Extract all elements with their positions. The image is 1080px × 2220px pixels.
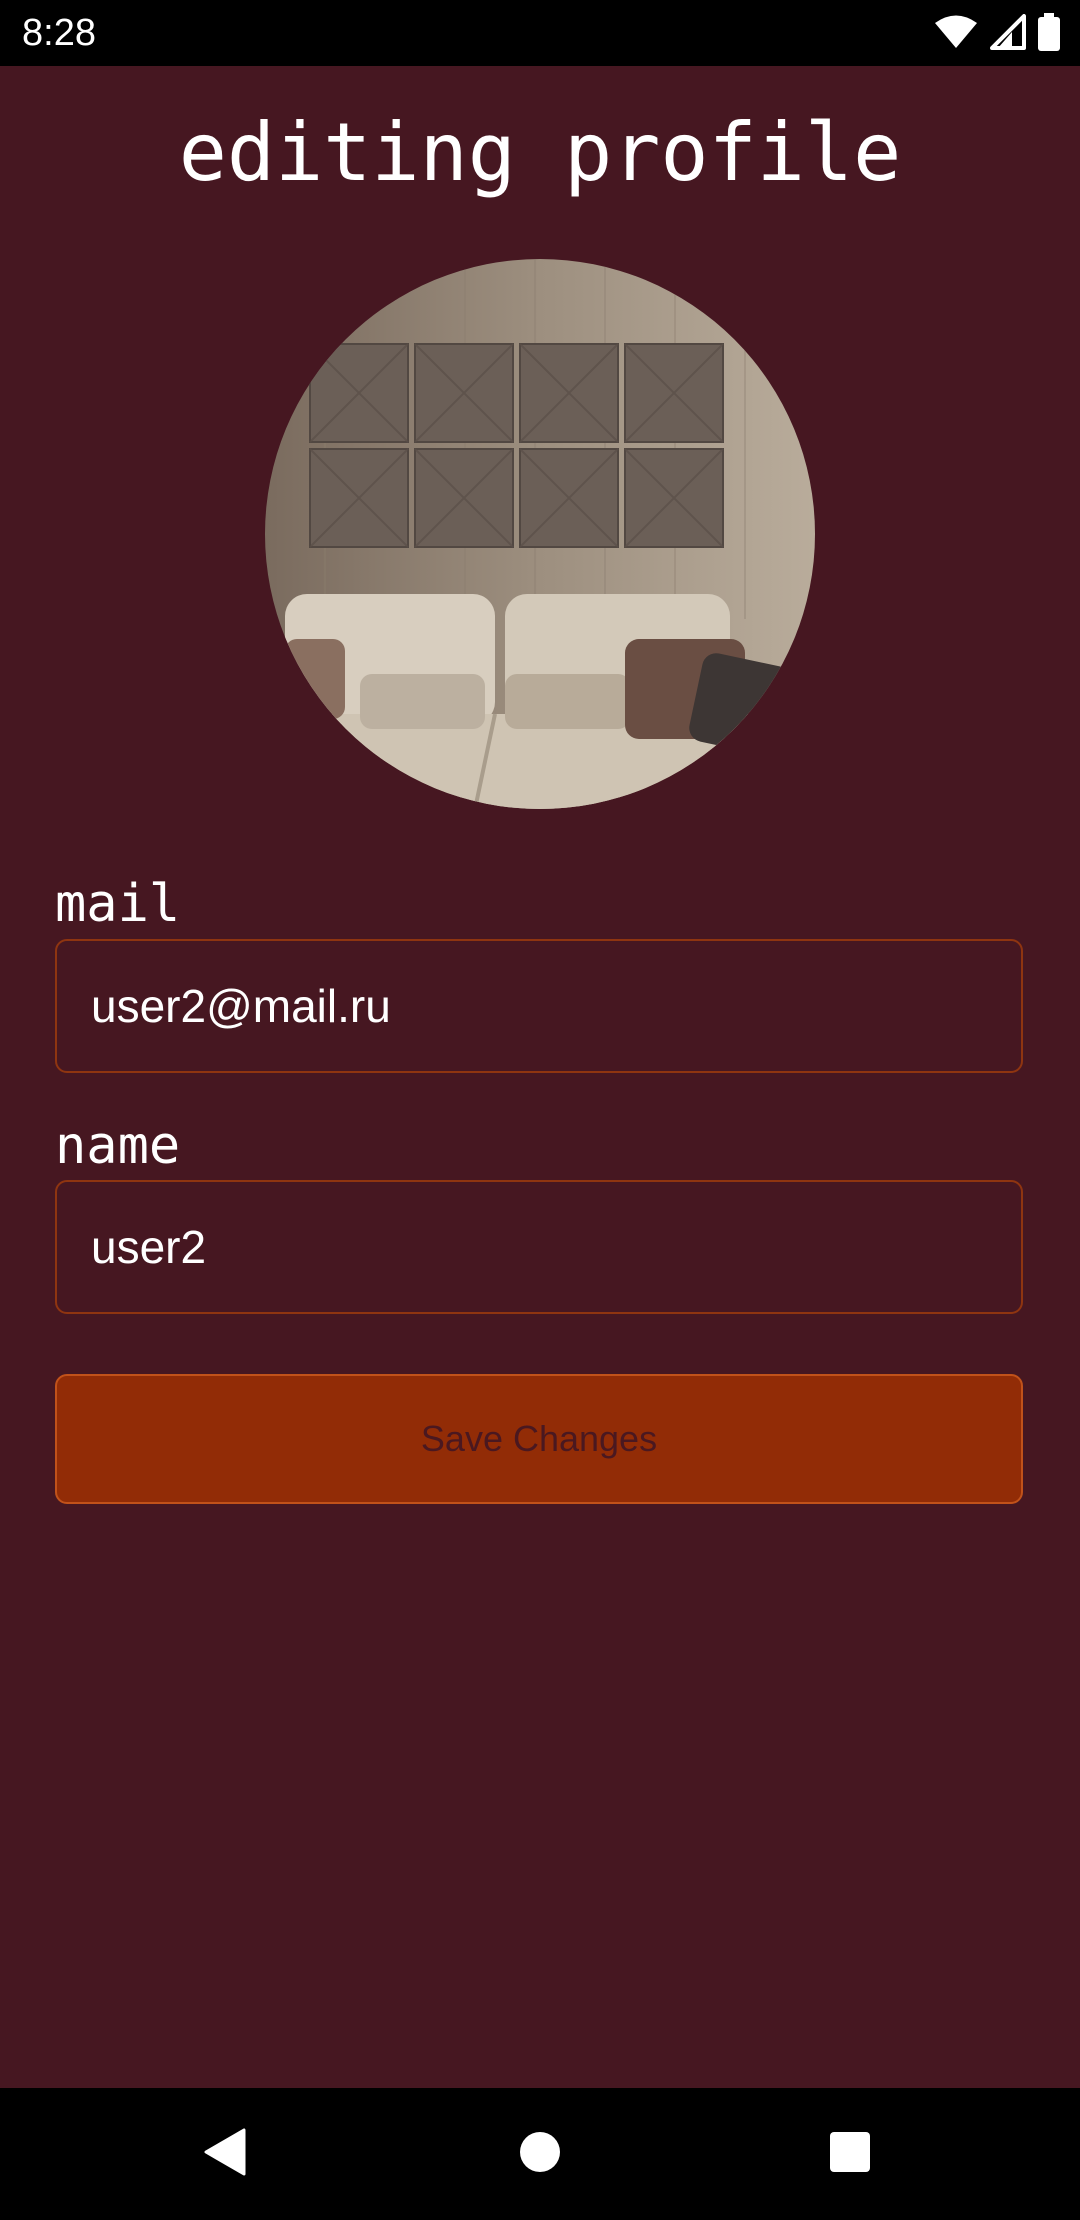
battery-icon (1038, 12, 1060, 56)
home-icon (518, 2130, 562, 2179)
status-time: 8:28 (22, 12, 96, 54)
wifi-icon (934, 14, 978, 55)
edit-profile-screen: editing profile mail user2@mail.ru name … (0, 66, 1080, 2088)
avatar[interactable] (265, 259, 815, 809)
status-icons (934, 12, 1060, 56)
name-input[interactable] (57, 1182, 1021, 1312)
recents-button[interactable] (820, 2124, 880, 2184)
mail-input[interactable] (57, 941, 1021, 1071)
back-icon (204, 2128, 248, 2181)
save-changes-button[interactable]: Save Changes (55, 1374, 1023, 1504)
navigation-bar (0, 2088, 1080, 2220)
status-bar: 8:28 (0, 0, 1080, 66)
mail-field-container (55, 939, 1023, 1073)
name-field-container (55, 1180, 1023, 1314)
recents-icon (829, 2131, 871, 2178)
screen: 8:28 editing profile mail user2@mail.ru … (0, 0, 1080, 2220)
cellular-signal-icon (990, 13, 1026, 55)
back-button[interactable] (196, 2124, 256, 2184)
name-label: name (55, 1116, 181, 1176)
page-title: editing profile (178, 106, 902, 199)
mail-label: mail (55, 874, 181, 934)
home-button[interactable] (510, 2124, 570, 2184)
